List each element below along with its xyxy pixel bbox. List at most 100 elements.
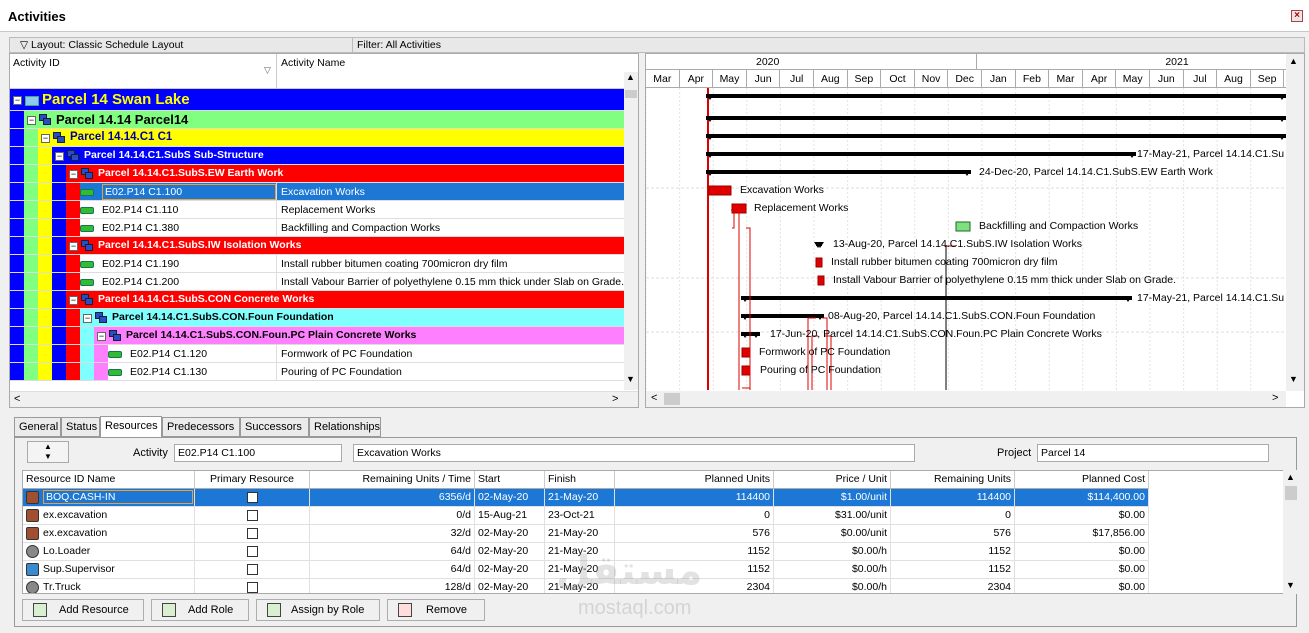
wbs-row[interactable]: − Parcel 14.14.C1.SubS.EW Earth Work (10, 165, 624, 183)
collapse-icon[interactable]: − (83, 314, 92, 323)
activity-row[interactable]: E02.P14 C1.110 Replacement Works (10, 201, 624, 219)
resource-column-header[interactable]: Remaining Units / Time (310, 471, 475, 489)
scroll-right-icon[interactable]: > (1272, 392, 1278, 404)
cell-separator (276, 255, 277, 273)
activity-row[interactable]: E02.P14 C1.200 Install Vabour Barrier of … (10, 273, 624, 291)
scroll-up-icon[interactable]: ▲ (1286, 472, 1295, 482)
add-role-button[interactable]: Add Role (151, 599, 249, 621)
cell-separator (544, 507, 545, 525)
wbs-row[interactable]: − Parcel 14.14.C1.SubS Sub-Structure (10, 147, 624, 165)
activity-row[interactable]: E02.P14 C1.120 Formwork of PC Foundation (10, 345, 624, 363)
project-field[interactable]: Parcel 14 (1037, 444, 1269, 462)
tab-successors[interactable]: Successors (240, 417, 309, 437)
layout-menu[interactable]: ▽ Layout: Classic Schedule Layout (20, 39, 183, 51)
resource-column-header[interactable]: Resource ID Name (23, 471, 195, 489)
tab-predecessors[interactable]: Predecessors (162, 417, 240, 437)
activity-row[interactable]: E02.P14 C1.380 Backfilling and Compaction… (10, 219, 624, 237)
resource-column-header[interactable]: Planned Cost (1015, 471, 1149, 489)
wbs-row[interactable]: − Parcel 14 Swan Lake (10, 89, 624, 111)
cell-separator (773, 579, 774, 593)
scroll-up-icon[interactable]: ▲ (1289, 56, 1298, 66)
month-label: Mar (1049, 70, 1083, 88)
gantt-horizontal-scrollbar[interactable]: < > (646, 391, 1286, 407)
scroll-left-icon[interactable]: < (651, 392, 657, 404)
gantt-vertical-scrollbar[interactable]: ▲ ▼ (1286, 54, 1304, 391)
column-header-activity-name[interactable]: Activity Name (281, 57, 345, 69)
activity-id-field[interactable]: E02.P14 C1.100 (174, 444, 342, 462)
gantt-bar-label: Replacement Works (754, 202, 849, 214)
collapse-icon[interactable]: − (97, 332, 106, 341)
resource-column-header[interactable]: Primary Resource (195, 471, 310, 489)
scroll-down-icon[interactable]: ▼ (626, 374, 635, 384)
scroll-down-icon[interactable]: ▼ (1286, 580, 1295, 590)
resource-column-header[interactable]: Start (475, 471, 545, 489)
wbs-row[interactable]: − Parcel 14.14.C1 C1 (10, 129, 624, 147)
wbs-indent-band (52, 345, 66, 362)
wbs-indent-band (24, 219, 38, 236)
resource-column-header[interactable]: Remaining Units (891, 471, 1015, 489)
collapse-icon[interactable]: − (55, 152, 64, 161)
activity-id: E02.P14 C1.380 (102, 222, 180, 234)
resource-vertical-scrollbar[interactable]: ▲ ▼ (1283, 470, 1299, 594)
wbs-row[interactable]: − Parcel 14.14.C1.SubS.CON Concrete Works (10, 291, 624, 309)
collapse-icon[interactable]: − (27, 116, 36, 125)
resource-column-header[interactable]: Finish (545, 471, 615, 489)
resource-column-header[interactable]: Price / Unit (774, 471, 891, 489)
activity-name-field[interactable]: Excavation Works (353, 444, 915, 462)
scroll-left-icon[interactable]: < (14, 393, 20, 405)
activity-icon (80, 207, 94, 214)
column-separator[interactable] (276, 54, 277, 89)
remove-button[interactable]: Remove (387, 599, 485, 621)
wbs-row[interactable]: − Parcel 14.14.C1.SubS.CON.Foun Foundatio… (10, 309, 624, 327)
up-arrow-icon[interactable]: ▲ (44, 442, 52, 451)
scroll-thumb[interactable] (625, 90, 637, 98)
primary-resource-checkbox[interactable] (247, 510, 258, 521)
resource-row[interactable]: ex.excavation 32/d 02-May-20 21-May-20 576 $0… (23, 525, 1149, 543)
add-resource-button[interactable]: Add Resource (22, 599, 144, 621)
activity-id: E02.P14 C1.110 (102, 204, 179, 216)
primary-resource-checkbox[interactable] (247, 582, 258, 593)
tab-status[interactable]: Status (61, 417, 100, 437)
primary-resource-checkbox[interactable] (247, 492, 258, 503)
scroll-thumb[interactable] (664, 393, 680, 405)
assign-by-role-button[interactable]: Assign by Role (256, 599, 380, 621)
filter-label[interactable]: Filter: All Activities (352, 38, 441, 52)
down-arrow-icon[interactable]: ▼ (44, 452, 52, 461)
resource-row[interactable]: ex.excavation 0/d 15-Aug-21 23-Oct-21 0 $31.0… (23, 507, 1149, 525)
grid-horizontal-scrollbar[interactable]: < > (10, 391, 638, 407)
tab-resources[interactable]: Resources (100, 416, 162, 438)
activity-spinner[interactable]: ▲ ▼ (27, 441, 69, 463)
scroll-up-icon[interactable]: ▲ (626, 72, 635, 82)
scroll-right-icon[interactable]: > (612, 393, 618, 405)
tab-general[interactable]: General (14, 417, 61, 437)
tab-relationships[interactable]: Relationships (309, 417, 381, 437)
collapse-icon[interactable]: − (69, 296, 78, 305)
scroll-thumb[interactable] (1285, 486, 1297, 500)
activity-row[interactable]: E02.P14 C1.190 Install rubber bitumen coa… (10, 255, 624, 273)
wbs-indent-band (24, 165, 38, 182)
primary-resource-checkbox[interactable] (247, 546, 258, 557)
wbs-indent-band (10, 291, 24, 308)
collapse-icon[interactable]: − (69, 170, 78, 179)
wbs-label: Parcel 14.14.C1.SubS Sub-Structure (84, 149, 264, 161)
wbs-indent-band (80, 345, 94, 362)
scroll-down-icon[interactable]: ▼ (1289, 374, 1298, 384)
resource-column-header[interactable]: Planned Units (615, 471, 774, 489)
collapse-icon[interactable]: − (41, 134, 50, 143)
wbs-row[interactable]: − Parcel 14.14.C1.SubS.IW Isolation Works (10, 237, 624, 255)
wbs-row[interactable]: − Parcel 14.14 Parcel14 (10, 111, 624, 129)
wbs-row[interactable]: − Parcel 14.14.C1.SubS.CON.Foun.PC Plain … (10, 327, 624, 345)
cell-separator (309, 561, 310, 579)
primary-resource-checkbox[interactable] (247, 564, 258, 575)
activity-row[interactable]: E02.P14 C1.130 Pouring of PC Foundation (10, 363, 624, 381)
primary-resource-checkbox[interactable] (247, 528, 258, 539)
resource-row[interactable]: BOQ.CASH-IN 6356/d 02-May-20 21-May-20 11440… (23, 489, 1149, 507)
grid-vertical-scrollbar[interactable]: ▲ ▼ (624, 72, 638, 390)
activity-row[interactable]: E02.P14 C1.100 Excavation Works (10, 183, 624, 201)
collapse-icon[interactable]: − (13, 96, 22, 105)
collapse-icon[interactable]: − (69, 242, 78, 251)
layout-toolbar: ▽ Layout: Classic Schedule Layout Filter… (9, 37, 1305, 53)
sort-icon[interactable]: ▽ (264, 65, 271, 76)
close-icon[interactable]: × (1291, 10, 1303, 22)
column-header-activity-id[interactable]: Activity ID (13, 57, 60, 69)
